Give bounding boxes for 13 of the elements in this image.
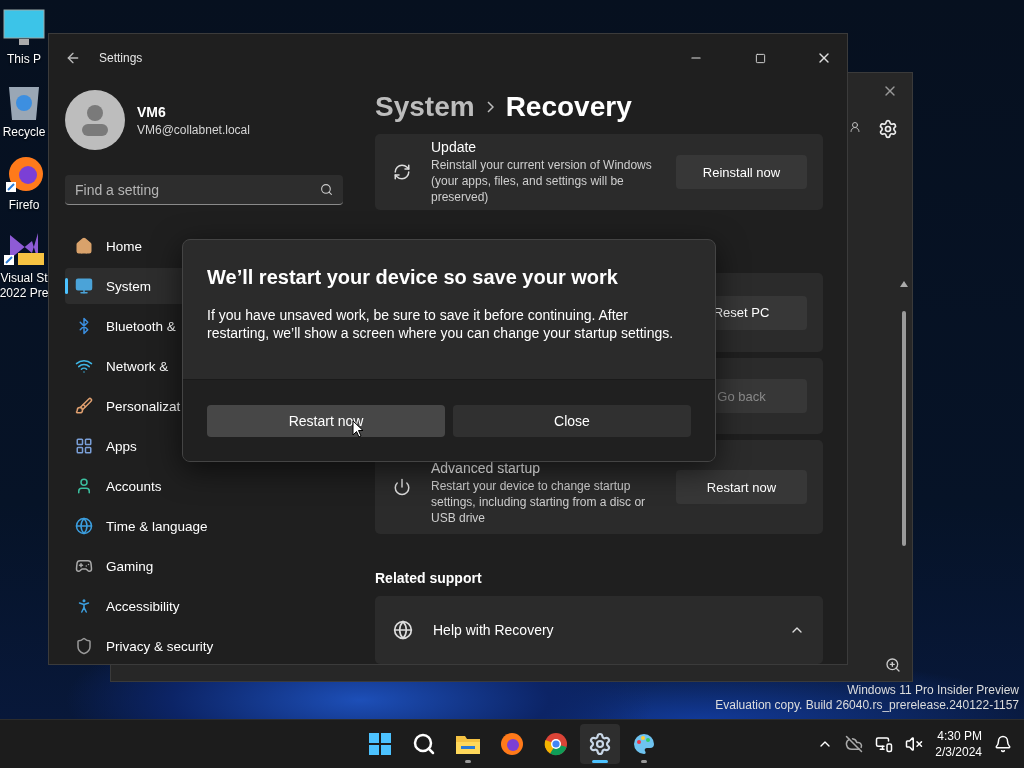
card-description: Restart your device to change startup settings, including starting from a disc or USB drive [431,478,647,526]
dialog-message: If you have unsaved work, be sure to save it before continuing. After restarting, we’ll show a screen where you can change your startup settings. [207,306,675,342]
edition-text: Windows 11 Pro Insider Preview [847,683,1019,698]
edition-text: Evaluation copy. Build 26040.rs_prerelease.240122-1157 [715,698,1019,713]
user-name: VM6 [137,103,167,120]
section-heading: Related support [375,570,483,586]
user-email: VM6@collabnet.local [137,122,250,137]
card-description: Reinstall your current version of Windows (your apps, files, and settings will be preserved) [431,157,653,205]
dialog-title: We’ll restart your device so save your work [207,266,619,289]
window-title: Settings [99,51,144,65]
page-title: Recovery [505,90,632,123]
card-title: Advanced startup [431,460,541,476]
card-title: Update [431,139,478,155]
